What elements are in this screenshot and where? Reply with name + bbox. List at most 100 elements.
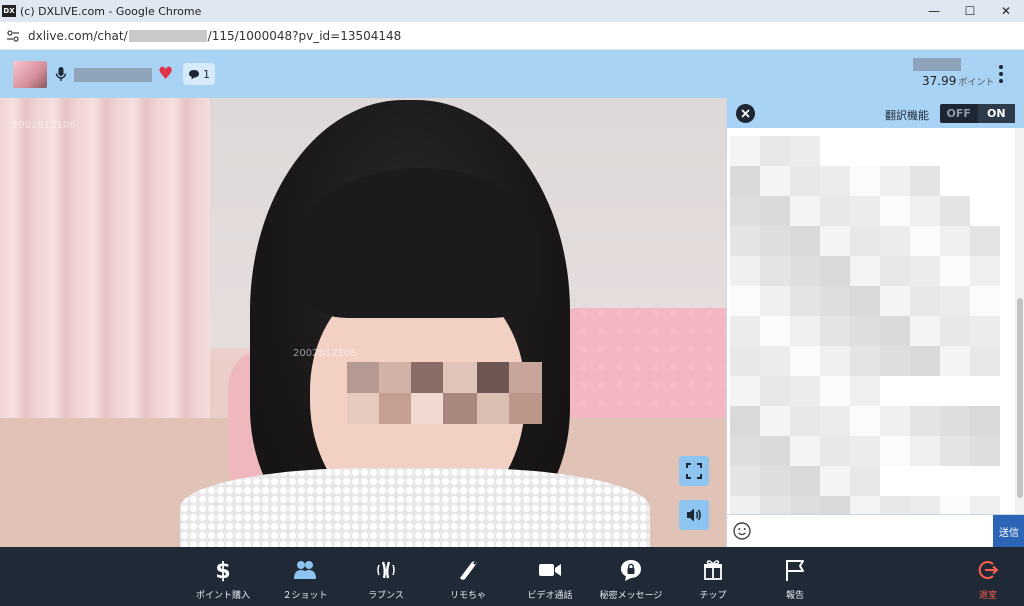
redacted-message-block xyxy=(970,226,1000,256)
toolbar-remote-toy[interactable]: リモちゃ xyxy=(433,547,503,606)
redacted-message-block xyxy=(910,226,940,256)
toolbar-buy-points[interactable]: $ ポイント購入 xyxy=(188,547,258,606)
redacted-message-block xyxy=(760,406,790,436)
toolbar-label: ビデオ通話 xyxy=(527,591,573,601)
chat-message-input[interactable] xyxy=(756,519,988,543)
favorite-heart-icon[interactable]: ♥ xyxy=(158,64,173,84)
video-stream[interactable]: 2002812106 2002812106 xyxy=(0,98,726,547)
redacted-message-block xyxy=(850,166,880,196)
redacted-message-block xyxy=(820,376,850,406)
close-icon xyxy=(741,109,750,118)
redacted-message-block xyxy=(730,496,760,514)
redacted-message-block xyxy=(940,406,970,436)
chat-scrollbar[interactable] xyxy=(1015,128,1024,514)
redacted-message-block xyxy=(910,286,940,316)
fullscreen-button[interactable] xyxy=(679,456,709,486)
redacted-message-block xyxy=(880,316,910,346)
toolbar-two-shot[interactable]: ２ショット xyxy=(270,547,340,606)
redacted-message-block xyxy=(880,166,910,196)
toolbar-secret-message[interactable]: 秘密メッセージ xyxy=(596,547,666,606)
send-button[interactable]: 送信 xyxy=(993,515,1024,548)
bottom-toolbar: $ ポイント購入 ２ショット ラブンス リモちゃ ビデオ通話 秘密メッセージ チ… xyxy=(0,547,1024,606)
more-menu-icon[interactable] xyxy=(998,64,1004,88)
redacted-message-block xyxy=(940,346,970,376)
redacted-message-block xyxy=(880,496,910,514)
account-name-redacted xyxy=(913,58,961,71)
redacted-message-block xyxy=(820,226,850,256)
redacted-message-block xyxy=(760,226,790,256)
close-chat-button[interactable] xyxy=(736,104,755,123)
redacted-message-block xyxy=(790,376,820,406)
redacted-message-block xyxy=(820,466,850,496)
redacted-message-block xyxy=(790,226,820,256)
toolbar-label: 秘密メッセージ xyxy=(599,591,663,601)
redacted-message-block xyxy=(730,136,760,166)
redacted-message-block xyxy=(820,286,850,316)
redacted-message-block xyxy=(850,226,880,256)
redacted-message-block xyxy=(970,406,1000,436)
redacted-message-block xyxy=(850,346,880,376)
redacted-message-block xyxy=(730,346,760,376)
redacted-message-block xyxy=(940,436,970,466)
redacted-message-block xyxy=(850,406,880,436)
redacted-message-block xyxy=(790,346,820,376)
redacted-message-block xyxy=(730,436,760,466)
minimize-button[interactable]: — xyxy=(916,0,952,22)
volume-button[interactable] xyxy=(679,500,709,530)
redacted-message-block xyxy=(850,496,880,514)
redacted-message-block xyxy=(820,316,850,346)
performer-avatar[interactable] xyxy=(13,61,47,88)
toolbar-exit[interactable]: 退室 xyxy=(953,547,1023,606)
window-titlebar: DX (c) DXLIVE.com - Google Chrome — ☐ ✕ xyxy=(0,0,1024,22)
vibration-icon xyxy=(374,555,398,585)
redacted-message-block xyxy=(910,346,940,376)
site-favicon: DX xyxy=(2,5,16,17)
redacted-message-block xyxy=(730,316,760,346)
redacted-message-block xyxy=(910,196,940,226)
toolbar-report[interactable]: 報告 xyxy=(760,547,830,606)
redacted-message-block xyxy=(790,286,820,316)
redacted-message-block xyxy=(820,436,850,466)
toggle-off-option[interactable]: OFF xyxy=(940,104,978,123)
chat-messages-redacted xyxy=(727,128,1015,514)
redacted-message-block xyxy=(910,166,940,196)
window-title: (c) DXLIVE.com - Google Chrome xyxy=(20,4,202,18)
redacted-message-block xyxy=(970,496,1000,514)
redacted-message-block xyxy=(790,466,820,496)
toolbar-lovense[interactable]: ラブンス xyxy=(351,547,421,606)
points-value: 37.99 xyxy=(922,74,957,88)
toggle-on-option[interactable]: ON xyxy=(977,104,1015,123)
redacted-message-block xyxy=(790,496,820,514)
redacted-message-block xyxy=(850,286,880,316)
redacted-message-block xyxy=(880,196,910,226)
redacted-message-block xyxy=(880,346,910,376)
toolbar-video-call[interactable]: ビデオ通話 xyxy=(515,547,585,606)
chat-header: 翻訳機能 OFF ON xyxy=(727,98,1024,128)
redacted-message-block xyxy=(880,406,910,436)
redacted-message-block xyxy=(820,346,850,376)
toolbar-label: 退室 xyxy=(978,591,997,601)
redacted-message-block xyxy=(910,406,940,436)
address-bar[interactable]: dxlive.com/chat/ /115/1000048?pv_id=1350… xyxy=(0,22,1024,50)
redacted-message-block xyxy=(940,196,970,226)
emoji-button[interactable] xyxy=(732,521,752,541)
redacted-message-block xyxy=(970,436,1000,466)
maximize-button[interactable]: ☐ xyxy=(952,0,988,22)
translate-toggle[interactable]: OFF ON xyxy=(940,104,1015,123)
redacted-message-block xyxy=(790,166,820,196)
redacted-message-block xyxy=(730,406,760,436)
site-settings-icon[interactable] xyxy=(2,29,24,42)
redacted-message-block xyxy=(850,316,880,346)
exit-icon xyxy=(977,555,999,585)
window-controls: — ☐ ✕ xyxy=(916,0,1024,22)
flag-icon xyxy=(784,555,806,585)
chat-scrollbar-thumb[interactable] xyxy=(1017,298,1023,498)
close-window-button[interactable]: ✕ xyxy=(988,0,1024,22)
redacted-message-block xyxy=(820,166,850,196)
gift-icon xyxy=(702,555,724,585)
toolbar-tip[interactable]: チップ xyxy=(678,547,748,606)
redacted-message-block xyxy=(760,346,790,376)
emoji-icon xyxy=(733,522,751,540)
toolbar-label: ラブンス xyxy=(368,591,404,601)
url-text[interactable]: dxlive.com/chat/ /115/1000048?pv_id=1350… xyxy=(28,29,401,43)
